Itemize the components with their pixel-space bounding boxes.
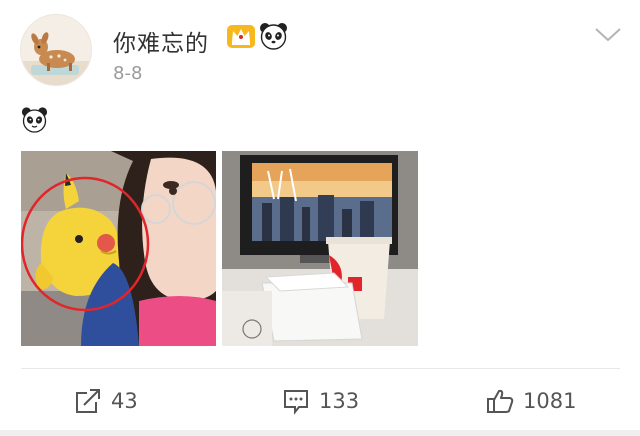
- post-date: 8-8: [113, 63, 143, 84]
- desk-photo-tv-cup-takeout-box: [222, 151, 418, 346]
- repost-button[interactable]: 43: [74, 384, 138, 418]
- selfie-photo-with-pikachu-plush: [21, 151, 216, 346]
- comment-icon: [284, 390, 308, 415]
- fawn-avatar-icon: [21, 15, 91, 85]
- panda-badge-icon: [259, 21, 288, 50]
- author-avatar[interactable]: [20, 14, 92, 86]
- like-count: 1081: [523, 389, 577, 413]
- card-separator: [0, 430, 640, 436]
- author-name[interactable]: 你难忘的: [113, 24, 209, 58]
- action-bar-divider: [21, 368, 620, 369]
- post-photo-selfie[interactable]: [21, 151, 216, 346]
- post-photo-desk[interactable]: [222, 151, 418, 346]
- thumbs-up-icon: [487, 389, 514, 413]
- crown-badge-icon[interactable]: [226, 22, 256, 50]
- like-button[interactable]: 1081: [486, 384, 576, 418]
- comment-count: 133: [319, 389, 360, 413]
- repost-count: 43: [111, 389, 138, 413]
- comment-button[interactable]: 133: [282, 384, 359, 418]
- repost-icon: [76, 389, 100, 413]
- chevron-down-icon[interactable]: [594, 26, 622, 44]
- panda-emoji-icon: [21, 106, 48, 133]
- weibo-post-card: 你难忘的 8-8 43 133 1081: [0, 0, 640, 436]
